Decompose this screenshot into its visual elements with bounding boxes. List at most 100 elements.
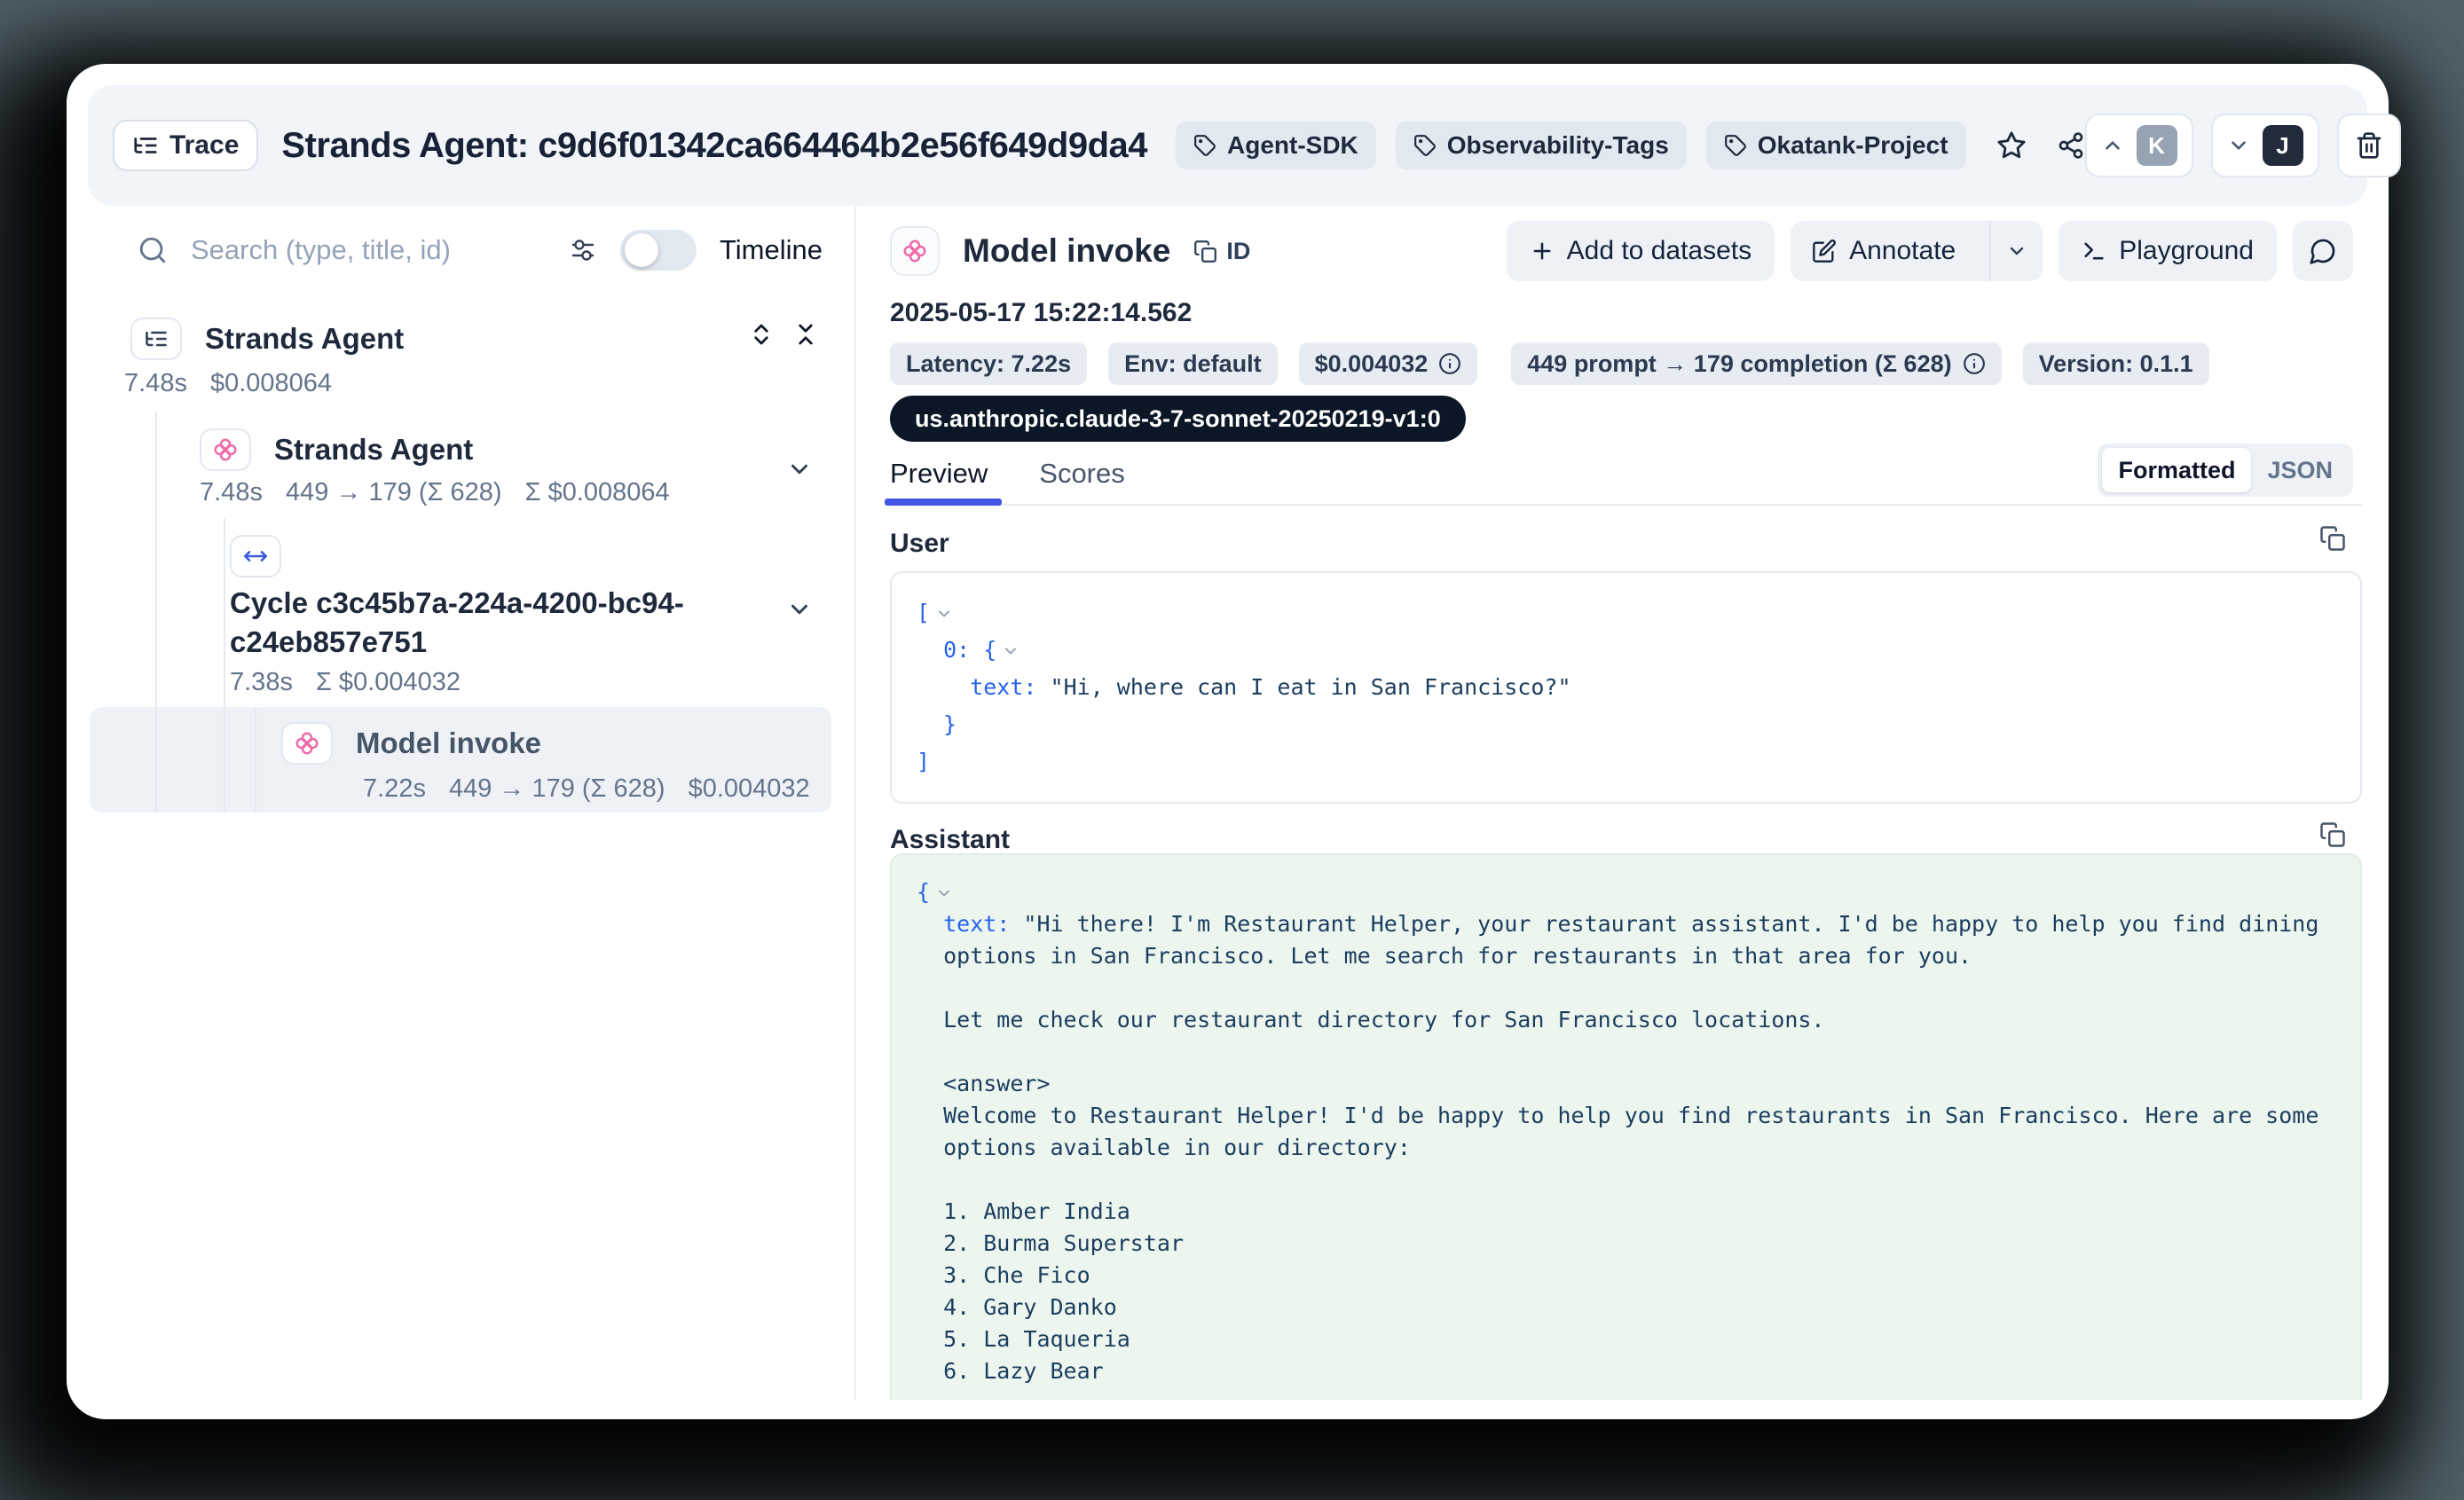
app-header: Trace Strands Agent: c9d6f01342ca664464b…	[88, 85, 2367, 206]
share-icon[interactable]	[2057, 131, 2085, 160]
json-string-value: "Hi, where can I eat in San Francisco?"	[1051, 674, 1571, 700]
filter-sliders-icon[interactable]	[569, 236, 597, 264]
json-bracket: [	[917, 600, 930, 625]
body-row: Search (type, title, id) Timeline Strand…	[88, 206, 2367, 1400]
comments-button[interactable]	[2293, 221, 2353, 281]
collapse-all-icon[interactable]	[792, 321, 819, 348]
format-option-formatted[interactable]: Formatted	[2102, 448, 2251, 492]
add-to-datasets-label: Add to datasets	[1567, 236, 1752, 266]
indent-guide	[155, 412, 157, 813]
tabs: Preview Scores	[890, 458, 1125, 490]
node-cost: Σ $0.004032	[316, 668, 461, 697]
tag-list: Agent-SDK Observability-Tags Okatank-Pro…	[1176, 122, 1966, 169]
app-window: Trace Strands Agent: c9d6f01342ca664464b…	[67, 64, 2389, 1419]
observation-detail-panel: Model invoke ID Add to datasets Annotate	[858, 206, 2367, 1400]
avatar-j: J	[2263, 125, 2303, 166]
chevron-down-icon	[2006, 240, 2027, 262]
env-badge: Env: default	[1108, 342, 1278, 385]
list-tree-icon	[132, 132, 159, 159]
trace-tree-sidebar: Search (type, title, id) Timeline Strand…	[88, 206, 856, 1400]
annotate-label: Annotate	[1849, 236, 1956, 266]
delete-trace-button[interactable]	[2337, 114, 2401, 177]
user-section-heading: User	[890, 529, 949, 559]
node-duration: 7.48s	[124, 369, 187, 398]
badges-row: Latency: 7.22s Env: default $0.004032 44…	[890, 342, 2209, 385]
chevron-down-icon	[2227, 134, 2250, 157]
collapse-chevron-icon[interactable]	[935, 884, 953, 902]
search-icon	[138, 235, 168, 265]
tabs-divider	[888, 504, 2362, 506]
annotate-dropdown-button[interactable]	[1989, 221, 2043, 281]
version-badge: Version: 0.1.1	[2023, 342, 2209, 385]
tag-agent-sdk[interactable]: Agent-SDK	[1176, 122, 1376, 169]
format-option-json[interactable]: JSON	[2251, 448, 2349, 492]
tag-okatank-project[interactable]: Okatank-Project	[1706, 122, 1966, 169]
cost-badge[interactable]: $0.004032	[1299, 342, 1478, 385]
tag-label: Okatank-Project	[1758, 131, 1948, 160]
json-string-value: "Hi there! I'm Restaurant Helper, your r…	[943, 911, 2318, 1384]
terminal-icon	[2082, 239, 2106, 263]
tree-node-cycle[interactable]	[230, 535, 281, 577]
model-name-badge[interactable]: us.anthropic.claude-3-7-sonnet-20250219-…	[890, 396, 1466, 442]
pen-square-icon	[1812, 239, 1837, 263]
timeline-toggle[interactable]	[620, 230, 697, 271]
node-duration: 7.22s	[363, 774, 426, 804]
collapse-chevron-icon[interactable]	[1002, 642, 1019, 660]
prev-trace-button[interactable]: K	[2085, 114, 2193, 177]
expand-all-icon[interactable]	[748, 321, 775, 348]
tree-node-model-invoke[interactable]: Model invoke	[281, 719, 541, 768]
avatar-k: K	[2137, 125, 2177, 166]
generation-pinwheel-icon	[901, 238, 928, 264]
assistant-content-card: { text: "Hi there! I'm Restaurant Helper…	[890, 853, 2362, 1400]
tree-node-label: Strands Agent	[205, 322, 404, 356]
search-input[interactable]: Search (type, title, id)	[191, 234, 451, 266]
list-tree-icon	[144, 326, 169, 351]
add-to-datasets-button[interactable]: Add to datasets	[1507, 221, 1775, 281]
node-tokens: 449 → 179 (Σ 628)	[449, 774, 665, 804]
json-brace: }	[943, 711, 956, 737]
tag-icon	[1413, 134, 1437, 157]
copy-icon	[1193, 240, 1217, 263]
id-label: ID	[1226, 238, 1250, 265]
copy-user-content-icon[interactable]	[2319, 525, 2346, 552]
collapse-chevron-icon[interactable]	[935, 605, 953, 623]
format-toggle: Formatted JSON	[2098, 444, 2353, 497]
next-trace-button[interactable]: J	[2211, 114, 2319, 177]
tokens-badge[interactable]: 449 prompt → 179 completion (Σ 628)	[1511, 342, 2001, 385]
observation-timestamp: 2025-05-17 15:22:14.562	[890, 298, 1192, 328]
info-icon	[1438, 352, 1461, 375]
playground-button[interactable]: Playground	[2059, 221, 2277, 281]
agent-pinwheel-icon	[212, 436, 239, 463]
toggle-knob	[625, 233, 658, 267]
tag-label: Observability-Tags	[1447, 131, 1669, 160]
tag-icon	[1193, 134, 1216, 157]
json-brace: {	[983, 637, 996, 663]
tag-label: Agent-SDK	[1227, 131, 1358, 160]
info-icon	[1963, 352, 1986, 375]
node-cost: $0.008064	[210, 369, 332, 398]
tab-scores[interactable]: Scores	[1039, 458, 1124, 490]
trace-type-badge: Trace	[113, 120, 258, 171]
chevron-down-icon[interactable]	[786, 456, 813, 483]
indent-guide	[224, 518, 225, 813]
indent-guide	[255, 707, 256, 813]
tree-node-root-strands-agent[interactable]: Strands Agent	[130, 314, 404, 364]
trash-icon	[2355, 131, 2383, 160]
chevron-down-icon[interactable]	[786, 596, 813, 623]
active-tab-underline	[885, 499, 1002, 506]
json-bracket: ]	[917, 749, 930, 774]
tab-preview[interactable]: Preview	[890, 458, 988, 490]
json-key: text:	[943, 911, 1010, 937]
annotate-split-button: Annotate	[1791, 221, 2043, 281]
star-icon[interactable]	[1996, 130, 2027, 161]
tree-node-strands-agent[interactable]: Strands Agent	[200, 425, 473, 475]
annotate-button[interactable]: Annotate	[1791, 221, 1977, 281]
trace-badge-label: Trace	[169, 130, 239, 161]
copy-id-button[interactable]: ID	[1193, 238, 1250, 265]
tree-node-label[interactable]: Cycle c3c45b7a-224a-4200-bc94- c24eb857e…	[230, 584, 684, 662]
plus-icon	[1530, 239, 1555, 263]
tree-node-label: Model invoke	[356, 726, 541, 760]
node-duration: 7.48s	[200, 478, 263, 507]
copy-assistant-content-icon[interactable]	[2319, 821, 2346, 848]
tag-observability-tags[interactable]: Observability-Tags	[1396, 122, 1687, 169]
